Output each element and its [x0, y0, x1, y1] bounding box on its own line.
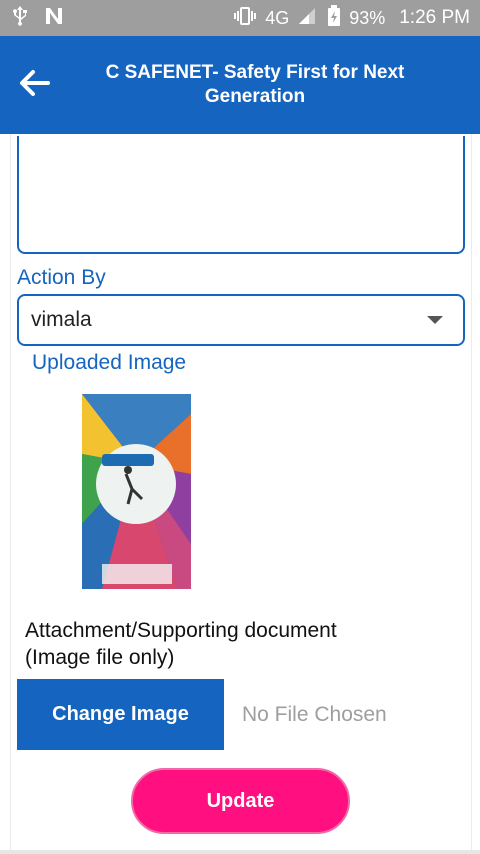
status-bar: 4G 93% 1:26 PM — [0, 0, 480, 36]
uploaded-image-preview — [82, 394, 191, 589]
action-by-label: Action By — [17, 266, 106, 289]
action-by-select[interactable]: vimala — [17, 294, 465, 346]
battery-charging-icon — [327, 4, 341, 32]
arrow-back-icon — [19, 69, 51, 102]
clock: 1:26 PM — [399, 7, 470, 28]
file-status-text: No File Chosen — [242, 703, 387, 726]
bottom-divider — [0, 850, 480, 854]
app-bar: C SAFENET- Safety First for Next Generat… — [0, 36, 480, 134]
usb-icon — [10, 5, 30, 32]
action-by-value: vimala — [31, 308, 92, 331]
back-button[interactable] — [0, 36, 70, 134]
notification-n-icon — [44, 6, 64, 31]
dropdown-arrow-icon — [427, 316, 443, 324]
signal-icon — [297, 6, 319, 31]
attachment-label: Attachment/Supporting document (Image fi… — [25, 619, 337, 669]
update-button[interactable]: Update — [131, 768, 350, 834]
description-textarea[interactable] — [17, 136, 465, 254]
battery-percent: 93% — [349, 7, 386, 28]
page-title: C SAFENET- Safety First for Next Generat… — [105, 62, 405, 107]
change-image-button[interactable]: Change Image — [17, 679, 224, 750]
form-container: Action By vimala Uploaded Image Attachme… — [10, 134, 472, 850]
vibrate-icon — [233, 6, 257, 31]
uploaded-image-label: Uploaded Image — [32, 351, 187, 374]
network-type: 4G — [265, 7, 290, 28]
